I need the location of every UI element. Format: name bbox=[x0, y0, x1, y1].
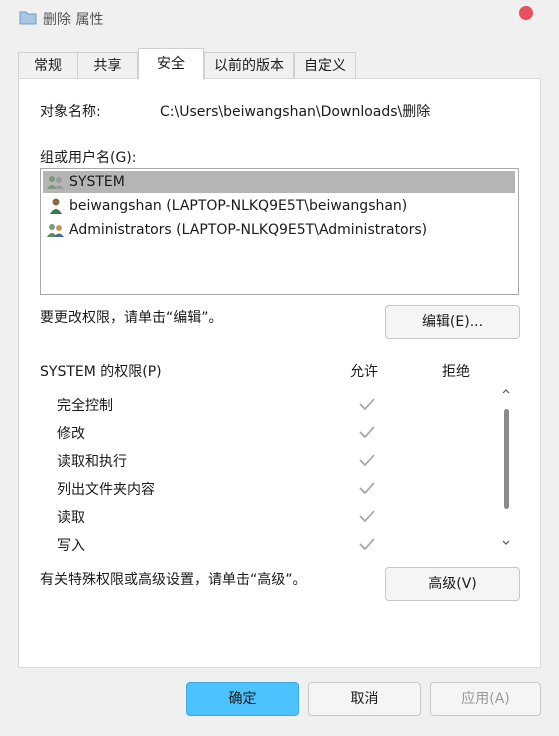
check-icon bbox=[359, 398, 375, 411]
deny-header: 拒绝 bbox=[442, 364, 470, 380]
user-name: beiwangshan (LAPTOP-NLKQ9E5T\beiwangshan… bbox=[69, 198, 408, 214]
allow-header: 允许 bbox=[350, 364, 378, 380]
permission-name: 列出文件夹内容 bbox=[57, 482, 155, 498]
object-name-label: 对象名称: bbox=[40, 104, 101, 120]
ok-button[interactable]: 确定 bbox=[186, 682, 299, 716]
user-icon bbox=[50, 198, 62, 214]
tab-customize[interactable]: 自定义 bbox=[294, 52, 356, 78]
groups-label: 组或用户名(G): bbox=[40, 150, 137, 166]
tab-sharing[interactable]: 共享 bbox=[77, 52, 138, 78]
permission-name: 完全控制 bbox=[57, 398, 113, 414]
user-name: SYSTEM bbox=[69, 174, 125, 190]
check-icon bbox=[359, 538, 375, 551]
edit-hint: 要更改权限，请单击“编辑”。 bbox=[40, 310, 223, 326]
tab-general[interactable]: 常规 bbox=[18, 52, 78, 78]
edit-button[interactable]: 编辑(E)... bbox=[385, 305, 520, 339]
apply-button[interactable]: 应用(A) bbox=[430, 682, 541, 716]
dialog-footer: 确定 取消 应用(A) bbox=[0, 668, 559, 736]
user-name: Administrators (LAPTOP-NLKQ9E5T\Administ… bbox=[69, 222, 428, 238]
window-title: 删除 属性 bbox=[43, 12, 104, 28]
permission-name: 修改 bbox=[57, 426, 85, 442]
chevron-down-icon[interactable] bbox=[500, 537, 512, 549]
tab-security[interactable]: 安全 bbox=[138, 48, 204, 80]
check-icon bbox=[359, 426, 375, 439]
cancel-button[interactable]: 取消 bbox=[308, 682, 421, 716]
check-icon bbox=[359, 454, 375, 467]
check-icon bbox=[359, 510, 375, 523]
group-users-icon bbox=[47, 224, 64, 237]
close-button[interactable] bbox=[519, 6, 533, 20]
list-item-system[interactable]: SYSTEM bbox=[43, 171, 515, 193]
permission-name: 写入 bbox=[57, 538, 85, 554]
advanced-hint: 有关特殊权限或高级设置，请单击“高级”。 bbox=[40, 572, 307, 588]
group-users-icon bbox=[47, 176, 64, 189]
permissions-title: SYSTEM 的权限(P) bbox=[40, 364, 162, 380]
title-bar: 删除 属性 bbox=[0, 0, 559, 38]
folder-icon bbox=[19, 11, 37, 25]
chevron-up-icon[interactable] bbox=[500, 385, 512, 397]
permission-name: 读取和执行 bbox=[57, 454, 127, 470]
groups-listbox[interactable]: SYSTEM beiwangshan (LAPTOP-NLKQ9E5T\beiw… bbox=[40, 168, 519, 295]
check-icon bbox=[359, 482, 375, 495]
scrollbar-thumb[interactable] bbox=[504, 409, 509, 509]
security-panel: 对象名称: C:\Users\beiwangshan\Downloads\删除 … bbox=[18, 78, 541, 668]
advanced-button[interactable]: 高级(V) bbox=[385, 567, 520, 601]
object-name-value: C:\Users\beiwangshan\Downloads\删除 bbox=[160, 104, 431, 120]
permission-name: 读取 bbox=[57, 510, 85, 526]
tab-previous-versions[interactable]: 以前的版本 bbox=[204, 52, 294, 78]
